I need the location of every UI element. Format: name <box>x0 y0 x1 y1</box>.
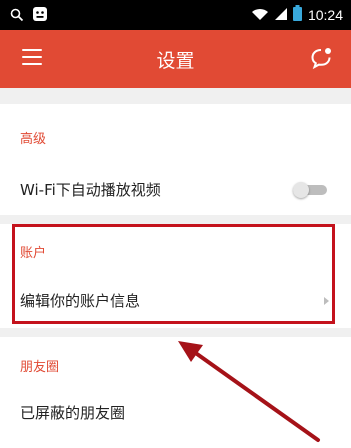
list-item[interactable]: Wi-Fi下自动播放视频 <box>0 170 351 210</box>
signal-icon <box>274 6 287 25</box>
section-header: 账户 <box>20 246 47 261</box>
search-icon <box>10 7 24 26</box>
wifi-icon <box>251 6 269 25</box>
status-bar: 10:24 <box>0 0 351 30</box>
row-label: 已屏蔽的朋友圈 <box>20 404 126 422</box>
section-header: 高级 <box>20 132 47 147</box>
page-title: 设置 <box>156 50 195 72</box>
section-advanced: 高级 Wi-Fi下自动播放视频 <box>0 104 351 215</box>
list-item[interactable]: 已屏蔽的朋友圈 <box>0 392 351 434</box>
settings-list: 高级 Wi-Fi下自动播放视频 账户 编辑你的账户信息 朋友圈 已屏蔽的朋友圈 <box>0 88 351 448</box>
notification-app-icon <box>32 6 48 26</box>
feedback-icon[interactable] <box>309 46 333 70</box>
autoplay-video-toggle[interactable] <box>293 182 327 198</box>
app-bar: 设置 <box>0 30 351 88</box>
row-label: Wi-Fi下自动播放视频 <box>20 181 161 199</box>
chevron-right-icon <box>324 297 329 305</box>
row-label: 编辑你的账户信息 <box>20 292 141 310</box>
list-item[interactable]: 编辑你的账户信息 <box>0 280 351 322</box>
section-account: 账户 编辑你的账户信息 <box>0 224 351 328</box>
section-header: 朋友圈 <box>20 360 60 375</box>
status-time: 10:24 <box>307 7 343 23</box>
battery-icon <box>292 5 302 25</box>
section-moments: 朋友圈 已屏蔽的朋友圈 <box>0 337 351 448</box>
